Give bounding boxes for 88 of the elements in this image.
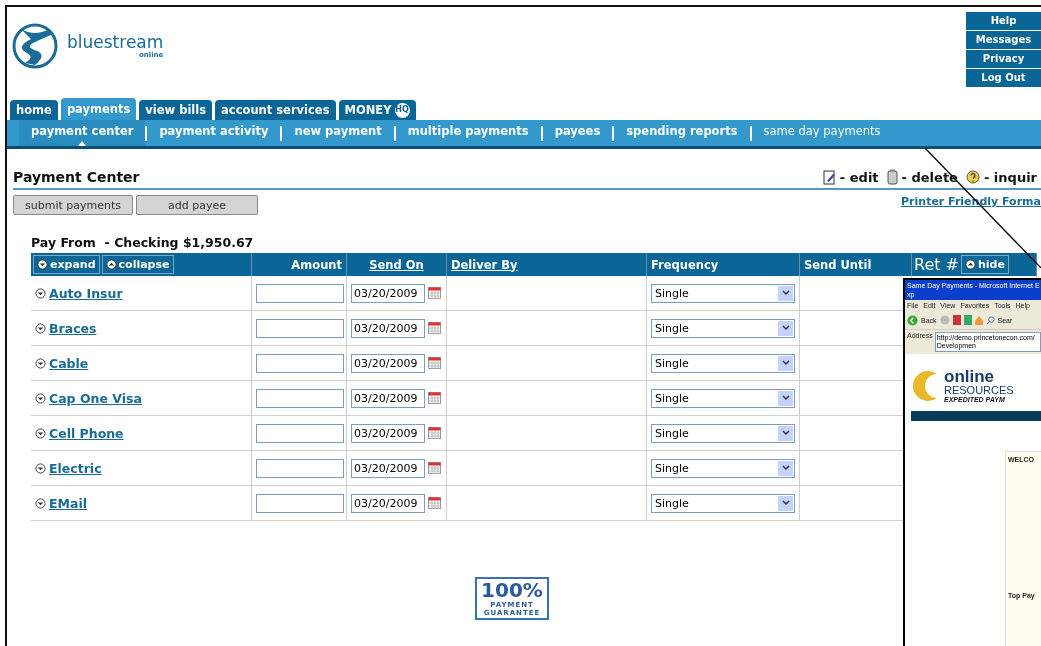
brand-text: RESOURCES <box>944 385 1014 396</box>
calendar-icon[interactable] <box>428 462 441 474</box>
date-field[interactable]: 03/20/2009 <box>351 318 425 338</box>
page-title: Payment Center <box>13 169 140 185</box>
nav-tab[interactable]: home <box>10 100 58 120</box>
payee-link[interactable]: Electric <box>49 460 102 476</box>
tree-control[interactable]: expand <box>33 255 100 274</box>
frequency-select[interactable]: Single <box>651 353 795 373</box>
utility-link[interactable]: Log Out <box>966 69 1041 87</box>
chevron-down-icon <box>781 430 790 436</box>
frequency-select[interactable]: Single <box>651 318 795 338</box>
calendar-icon[interactable] <box>428 427 441 439</box>
nav-tab[interactable]: payments <box>60 98 137 120</box>
date-field[interactable]: 03/20/2009 <box>351 458 425 478</box>
legend-label: - inquir <box>983 169 1037 185</box>
action-button[interactable]: add payee <box>136 195 258 215</box>
subnav-link[interactable]: spending reports <box>614 120 750 146</box>
subnav-link[interactable]: same day payments <box>751 120 893 146</box>
column-header: Ret # <box>914 255 959 274</box>
circle-up-icon <box>965 259 976 270</box>
pencil-note-icon <box>822 169 836 185</box>
payee-link[interactable]: Auto Insur <box>49 285 123 301</box>
amount-field[interactable] <box>256 283 344 303</box>
date-field[interactable]: 03/20/2009 <box>351 423 425 443</box>
nav-tab[interactable]: view bills <box>139 100 213 120</box>
nav-tab[interactable]: account services <box>215 100 336 120</box>
amount-field[interactable] <box>256 493 344 513</box>
utility-link[interactable]: Messages <box>966 31 1041 49</box>
brand-name: bluestream <box>67 33 164 51</box>
legend-label: - edit <box>839 169 879 185</box>
chevron-down-icon <box>781 290 790 296</box>
column-header: Send Until <box>804 257 872 272</box>
date-field[interactable]: 03/20/2009 <box>351 283 425 303</box>
circle-up-icon <box>105 259 117 270</box>
date-field[interactable]: 03/20/2009 <box>351 353 425 373</box>
column-header-link[interactable]: Deliver By <box>451 257 518 272</box>
trash-can-icon <box>886 169 898 185</box>
search-icon[interactable] <box>985 315 995 325</box>
calendar-icon[interactable] <box>428 357 441 369</box>
back-icon[interactable] <box>907 314 918 326</box>
brand-text: online <box>944 368 996 385</box>
chevron-down-icon <box>781 500 790 506</box>
toolbar-icons-drawing <box>952 315 983 325</box>
amount-field[interactable] <box>256 388 344 408</box>
tab-badge: HQ <box>394 102 410 118</box>
calendar-icon[interactable] <box>428 287 441 299</box>
subnav-link[interactable]: multiple payments <box>395 120 541 146</box>
action-button[interactable]: submit payments <box>13 195 133 215</box>
frequency-select[interactable]: Single <box>651 423 795 443</box>
frequency-select[interactable]: Single <box>651 283 795 303</box>
payee-link[interactable]: Cap One Visa <box>49 390 142 406</box>
river-globe-logo <box>11 21 59 71</box>
payee-link[interactable]: EMail <box>49 495 87 511</box>
subnav-link[interactable]: new payment <box>282 120 394 146</box>
payee-link[interactable]: Cell Phone <box>49 425 124 441</box>
amount-field[interactable] <box>256 318 344 338</box>
chevron-down-icon <box>781 325 790 331</box>
subnav-link[interactable]: payees <box>542 120 613 146</box>
frequency-select[interactable]: Single <box>651 493 795 513</box>
subnav-link[interactable]: payment center <box>19 120 146 146</box>
chevron-down-icon <box>781 395 790 401</box>
question-icon <box>965 170 980 184</box>
utility-link[interactable]: Privacy <box>966 50 1041 68</box>
calendar-icon[interactable] <box>428 322 441 334</box>
frequency-select[interactable]: Single <box>651 388 795 408</box>
pay-from-label: Pay From - Checking $1,950.67 <box>31 235 255 250</box>
nav-tab[interactable]: MONEY HQ <box>338 100 416 120</box>
column-header: Amount <box>291 257 342 272</box>
forward-icon[interactable] <box>939 315 950 325</box>
column-header-link[interactable]: Send On <box>369 257 424 272</box>
hide-control[interactable]: hide <box>961 255 1009 274</box>
calendar-icon[interactable] <box>428 392 441 404</box>
date-field[interactable]: 03/20/2009 <box>351 493 425 513</box>
payee-link[interactable]: Braces <box>49 320 97 336</box>
tree-control[interactable]: collapse <box>101 255 174 274</box>
payee-link[interactable]: Cable <box>49 355 89 371</box>
date-field[interactable]: 03/20/2009 <box>351 388 425 408</box>
frequency-select[interactable]: Single <box>651 458 795 478</box>
calendar-icon[interactable] <box>428 497 441 509</box>
utility-link[interactable]: Help <box>966 12 1041 30</box>
column-header: Frequency <box>651 257 719 272</box>
amount-field[interactable] <box>256 353 344 373</box>
circle-down-icon <box>37 259 48 270</box>
amount-field[interactable] <box>256 423 344 443</box>
subnav-link[interactable]: payment activity <box>147 120 281 146</box>
chevron-down-icon <box>781 360 790 366</box>
chevron-down-icon <box>781 465 790 471</box>
amount-field[interactable] <box>256 458 344 478</box>
